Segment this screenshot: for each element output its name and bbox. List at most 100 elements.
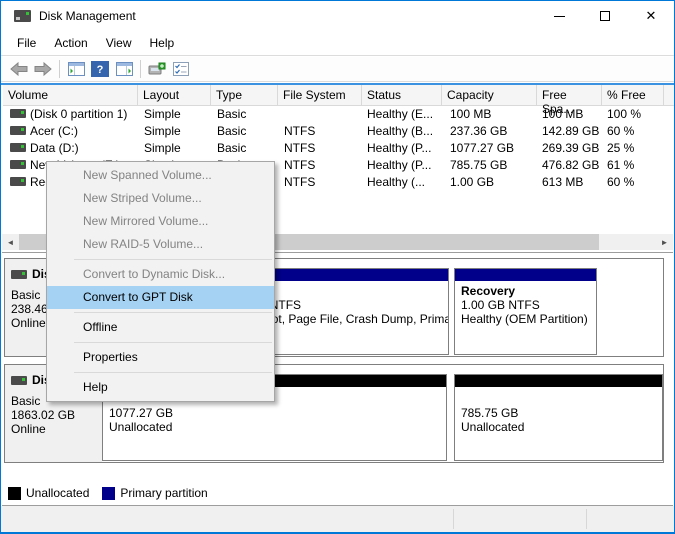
menu-separator: [74, 259, 272, 260]
statusbar-divider: [586, 509, 587, 529]
cell-freespace: 613 MB: [542, 175, 583, 189]
cell-filesystem: NTFS: [284, 175, 315, 189]
disk-status: Online: [11, 422, 46, 436]
menu-item-offline[interactable]: Offline: [47, 316, 274, 339]
cell-layout: Simple: [144, 141, 181, 155]
disk-type: Basic: [11, 394, 40, 408]
menu-separator: [74, 372, 272, 373]
column-header-type[interactable]: Type: [211, 85, 278, 106]
partition-status: Healthy (OEM Partition): [461, 312, 588, 326]
menu-item-convert-to-dynamic-disk[interactable]: Convert to Dynamic Disk...: [47, 263, 274, 286]
volume-icon: [10, 126, 26, 135]
column-header-freespace[interactable]: Free Spa...: [537, 85, 602, 106]
help-icon[interactable]: ?: [88, 59, 112, 80]
column-header-filesystem[interactable]: File System: [278, 85, 362, 106]
disk-management-window: Disk Management ✕ File Action View Help …: [0, 0, 675, 534]
volume-row-acer-c[interactable]: Acer (C:) Simple Basic NTFS Healthy (B..…: [2, 122, 673, 139]
partition-header-strip: [455, 269, 596, 281]
forward-icon[interactable]: [31, 59, 55, 80]
minimize-icon: [554, 16, 565, 17]
svg-text:?: ?: [97, 64, 104, 76]
column-header-status[interactable]: Status: [362, 85, 442, 106]
disk-type: Basic: [11, 288, 40, 302]
column-header-layout[interactable]: Layout: [138, 85, 211, 106]
volume-icon: [10, 143, 26, 152]
column-header-pctfree[interactable]: % Free: [602, 85, 664, 106]
console-tree-icon[interactable]: [64, 59, 88, 80]
disk1-unallocated-2[interactable]: 785.75 GB Unallocated: [454, 374, 663, 461]
primary-partition-swatch: [102, 487, 115, 500]
volume-row-data-d[interactable]: Data (D:) Simple Basic NTFS Healthy (P..…: [2, 139, 673, 156]
close-button[interactable]: ✕: [628, 1, 674, 31]
action-pane-icon[interactable]: [112, 59, 136, 80]
disk-status: Online: [11, 316, 46, 330]
cell-filesystem: NTFS: [284, 124, 315, 138]
volume-icon: [10, 177, 26, 186]
status-bar: [1, 506, 674, 532]
cell-status: Healthy (P...: [367, 141, 431, 155]
cell-capacity: 237.36 GB: [450, 124, 507, 138]
cell-filesystem: NTFS: [284, 158, 315, 172]
cell-freespace: 142.89 GB: [542, 124, 599, 138]
cell-pctfree: 25 %: [607, 141, 634, 155]
toolbar: ?: [1, 57, 674, 82]
cell-type: Basic: [217, 107, 246, 121]
back-icon[interactable]: [7, 59, 31, 80]
minimize-button[interactable]: [536, 1, 582, 31]
column-header-filler: [664, 85, 675, 106]
cell-status: Healthy (...: [367, 175, 425, 189]
disk-icon: [11, 376, 27, 385]
menu-item-new-striped-volume[interactable]: New Striped Volume...: [47, 187, 274, 210]
close-icon: ✕: [646, 8, 657, 24]
disk-size: 1863.02 GB: [11, 408, 75, 422]
menu-bar: File Action View Help: [1, 31, 674, 56]
column-header-volume[interactable]: Volume: [3, 85, 138, 106]
partition-size: 785.75 GB: [461, 406, 518, 420]
menu-help[interactable]: Help: [141, 33, 184, 53]
cell-type: Basic: [217, 124, 246, 138]
partition-header-strip: [455, 375, 662, 387]
menu-item-new-spanned-volume[interactable]: New Spanned Volume...: [47, 164, 274, 187]
partition-size: 1.00 GB NTFS: [461, 298, 540, 312]
device-icon[interactable]: [145, 59, 169, 80]
menu-item-convert-to-gpt-disk[interactable]: Convert to GPT Disk: [47, 286, 274, 309]
scroll-left-icon[interactable]: ◄: [2, 234, 19, 250]
menu-file[interactable]: File: [8, 33, 45, 53]
volume-icon: [10, 109, 26, 118]
partition-name: Recovery: [461, 284, 515, 298]
disk-management-app-icon: [14, 10, 31, 22]
menu-separator: [74, 312, 272, 313]
cell-status: Healthy (B...: [367, 124, 433, 138]
menu-separator: [74, 342, 272, 343]
menu-item-new-mirrored-volume[interactable]: New Mirrored Volume...: [47, 210, 274, 233]
menu-item-new-raid5-volume[interactable]: New RAID-5 Volume...: [47, 233, 274, 256]
disk-context-menu: New Spanned Volume... New Striped Volume…: [46, 161, 275, 402]
cell-status: Healthy (E...: [367, 107, 433, 121]
menu-view[interactable]: View: [97, 33, 141, 53]
window-title: Disk Management: [39, 9, 136, 23]
column-header-capacity[interactable]: Capacity: [442, 85, 537, 106]
cell-capacity: 100 MB: [450, 107, 491, 121]
cell-volume: (Disk 0 partition 1): [30, 107, 127, 121]
cell-type: Basic: [217, 141, 246, 155]
cell-freespace: 269.39 GB: [542, 141, 599, 155]
cell-volume: Acer (C:): [30, 124, 78, 138]
cell-capacity: 1.00 GB: [450, 175, 494, 189]
menu-action[interactable]: Action: [45, 33, 96, 53]
statusbar-divider: [453, 509, 454, 529]
volume-row-disk0-partition1[interactable]: (Disk 0 partition 1) Simple Basic Health…: [2, 105, 673, 122]
menu-item-properties[interactable]: Properties: [47, 346, 274, 369]
cell-volume: Data (D:): [30, 141, 79, 155]
disk0-partition-recovery[interactable]: Recovery 1.00 GB NTFS Healthy (OEM Parti…: [454, 268, 597, 355]
partition-status: Unallocated: [461, 420, 524, 434]
maximize-button[interactable]: [582, 1, 628, 31]
maximize-icon: [600, 11, 610, 21]
scroll-right-icon[interactable]: ►: [656, 234, 673, 250]
menu-item-help[interactable]: Help: [47, 376, 274, 399]
volume-icon: [10, 160, 26, 169]
checklist-icon[interactable]: [169, 59, 193, 80]
cell-pctfree: 60 %: [607, 175, 634, 189]
cell-freespace: 100 MB: [542, 107, 583, 121]
partition-status: Unallocated: [109, 420, 172, 434]
legend-label-primary-partition: Primary partition: [120, 486, 207, 500]
